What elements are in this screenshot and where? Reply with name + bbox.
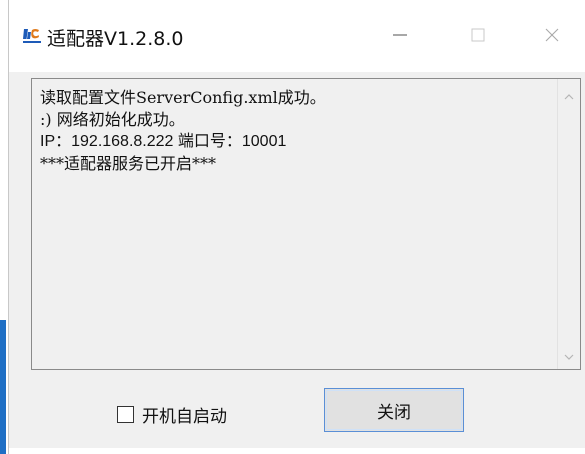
app-window: 适配器V1.2.8.0 读取配置文件ServerConfig.xml成功。 :)…: [8, 0, 585, 454]
window-close-button[interactable]: [529, 16, 575, 56]
autostart-option[interactable]: 开机自启动: [117, 402, 227, 427]
log-textbox[interactable]: 读取配置文件ServerConfig.xml成功。 :) 网络初始化成功。 IP…: [31, 78, 581, 370]
window-bottom-edge: [9, 448, 585, 454]
minimize-icon: [393, 27, 407, 46]
chevron-down-icon: [564, 345, 574, 364]
autostart-checkbox[interactable]: [117, 406, 134, 423]
log-line: 读取配置文件ServerConfig.xml成功。: [40, 88, 326, 107]
autostart-label[interactable]: 开机自启动: [142, 402, 227, 427]
app-logo-icon: [23, 26, 41, 44]
title-bar[interactable]: 适配器V1.2.8.0: [9, 0, 585, 72]
close-icon: [545, 27, 559, 46]
close-app-button[interactable]: 关闭: [324, 388, 464, 432]
scroll-thumb[interactable]: [562, 109, 576, 259]
scroll-up-button[interactable]: [558, 83, 580, 105]
window-title: 适配器V1.2.8.0: [47, 28, 184, 50]
log-line: IP：192.168.8.222 端口号：10001: [40, 133, 287, 150]
maximize-icon: [471, 27, 485, 46]
log-line: :) 网络初始化成功。: [40, 110, 185, 129]
log-content: 读取配置文件ServerConfig.xml成功。 :) 网络初始化成功。 IP…: [40, 87, 540, 175]
minimize-button[interactable]: [377, 16, 423, 56]
desktop-accent-strip: [0, 320, 6, 454]
log-line: ***适配器服务已开启***: [40, 154, 217, 173]
close-button-label: 关闭: [377, 402, 411, 423]
dialog-footer: 开机自启动 关闭: [9, 372, 585, 454]
vertical-scrollbar[interactable]: [557, 79, 580, 369]
maximize-button[interactable]: [455, 16, 501, 56]
chevron-up-icon: [564, 85, 574, 104]
scroll-down-button[interactable]: [558, 343, 580, 365]
